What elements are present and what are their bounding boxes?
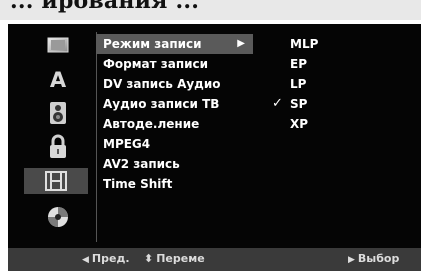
- record-settings-menu: Режим записи ▶ Формат записи DV запись А…: [96, 34, 266, 194]
- option-label: SP: [290, 97, 308, 111]
- record-mode-options: MLP EP LP ✓ SP XP: [272, 34, 392, 134]
- menu-item-tv-audio[interactable]: Аудио записи ТВ: [96, 94, 266, 114]
- menu-item-label: Автоде.ление: [103, 117, 200, 131]
- hint-prev: ◀ Пред.: [82, 252, 130, 265]
- menu-item-av2-record[interactable]: AV2 запись: [96, 154, 266, 174]
- option-ep[interactable]: EP: [272, 54, 392, 74]
- option-label: MLP: [290, 37, 319, 51]
- hint-select: ▶ Выбор: [348, 252, 399, 265]
- menu-item-time-shift[interactable]: Time Shift: [96, 174, 266, 194]
- menu-item-auto-chapter[interactable]: Автоде.ление: [96, 114, 266, 134]
- navigation-hint-bar: ◀ Пред. ⬍ Переме ▶ Выбор: [8, 248, 421, 271]
- disc-icon[interactable]: [30, 204, 86, 230]
- menu-item-label: Аудио записи ТВ: [103, 97, 220, 111]
- submenu-arrow-icon: ▶: [237, 38, 245, 49]
- option-lp[interactable]: LP: [272, 74, 392, 94]
- menu-item-label: Режим записи: [103, 37, 202, 51]
- svg-text:A: A: [50, 68, 67, 91]
- osd-setup-screen: A Режим записи ▶ Формат записи DV запись…: [8, 24, 421, 271]
- top-page-strip: ... ирования ...: [0, 0, 421, 20]
- hint-move-label: Переме: [156, 252, 205, 265]
- option-label: XP: [290, 117, 309, 131]
- option-label: LP: [290, 77, 307, 91]
- sidebar: A: [22, 26, 92, 250]
- option-mlp[interactable]: MLP: [272, 34, 392, 54]
- lock-icon[interactable]: [30, 134, 86, 160]
- right-arrow-icon: ▶: [348, 255, 355, 265]
- menu-item-dv-audio[interactable]: DV запись Аудио: [96, 74, 266, 94]
- hint-move: ⬍ Переме: [144, 252, 205, 265]
- language-a-icon[interactable]: A: [30, 66, 86, 92]
- menu-item-label: DV запись Аудио: [103, 77, 221, 91]
- up-down-arrow-icon: ⬍: [144, 252, 154, 265]
- menu-item-record-mode[interactable]: Режим записи ▶: [96, 34, 253, 54]
- menu-item-label: MPEG4: [103, 137, 151, 151]
- left-arrow-icon: ◀: [82, 255, 89, 265]
- hint-prev-label: Пред.: [91, 252, 130, 265]
- menu-item-record-format[interactable]: Формат записи: [96, 54, 266, 74]
- option-xp[interactable]: XP: [272, 114, 392, 134]
- menu-item-mpeg4[interactable]: MPEG4: [96, 134, 266, 154]
- hint-select-label: Выбор: [357, 252, 400, 265]
- menu-item-label: Формат записи: [103, 57, 209, 71]
- disc-video-icon[interactable]: [30, 32, 86, 58]
- speaker-icon[interactable]: [30, 100, 86, 126]
- option-sp[interactable]: ✓ SP: [272, 94, 392, 114]
- manual-heading-fragment: ... ирования ...: [10, 0, 200, 14]
- menu-item-label: AV2 запись: [103, 157, 180, 171]
- film-recording-icon[interactable]: [24, 168, 88, 194]
- option-label: EP: [290, 57, 307, 71]
- checkmark-icon: ✓: [272, 96, 283, 111]
- menu-item-label: Time Shift: [103, 177, 173, 191]
